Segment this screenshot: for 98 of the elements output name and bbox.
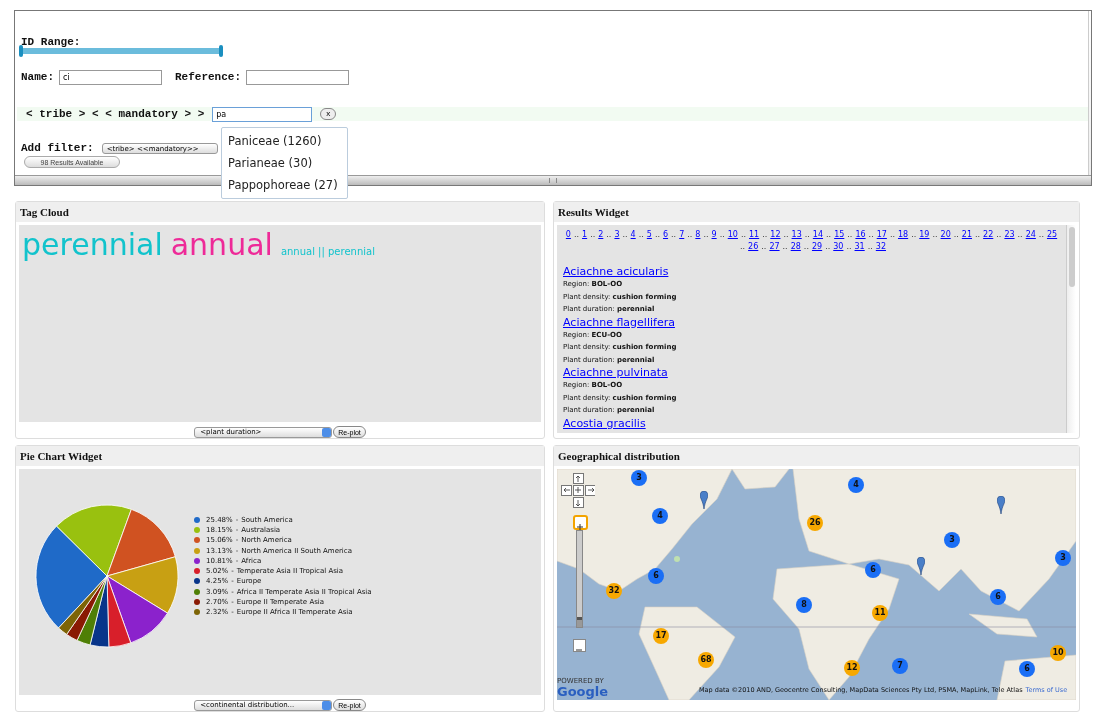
- page-separator: ..: [606, 229, 612, 241]
- page-link[interactable]: 13: [791, 229, 802, 241]
- page-link[interactable]: 5: [646, 229, 652, 241]
- panel-title: Pie Chart Widget: [16, 446, 544, 466]
- page-separator: ..: [846, 241, 852, 253]
- page-link[interactable]: 6: [663, 229, 669, 241]
- page-link[interactable]: 28: [790, 241, 801, 253]
- page-separator: ..: [740, 241, 746, 253]
- page-link[interactable]: 15: [834, 229, 845, 241]
- page-separator: ..: [638, 229, 644, 241]
- page-separator: ..: [868, 229, 874, 241]
- result-link[interactable]: Aciachne acicularis: [563, 265, 1060, 278]
- page-separator: ..: [761, 241, 767, 253]
- page-link[interactable]: 23: [1004, 229, 1015, 241]
- page-separator: ..: [719, 229, 725, 241]
- page-link[interactable]: 19: [919, 229, 930, 241]
- plus-icon: [575, 522, 585, 532]
- page-separator: ..: [573, 229, 580, 241]
- page-link[interactable]: 31: [854, 241, 865, 253]
- page-link[interactable]: 21: [961, 229, 972, 241]
- page-link[interactable]: 16: [855, 229, 866, 241]
- page-link[interactable]: 26: [748, 241, 759, 253]
- vertical-scrollbar[interactable]: [1066, 225, 1076, 433]
- page-link[interactable]: 22: [983, 229, 994, 241]
- page-separator: ..: [782, 241, 788, 253]
- page-separator: ..: [740, 229, 746, 241]
- page-link[interactable]: 1: [582, 229, 588, 241]
- panel-title: Results Widget: [554, 202, 1079, 222]
- map-pin-icon[interactable]: [917, 557, 925, 575]
- page-separator: ..: [1017, 229, 1023, 241]
- slider-thumb[interactable]: [577, 617, 582, 627]
- page-link[interactable]: 9: [711, 229, 717, 241]
- page-separator: ..: [932, 229, 938, 241]
- page-link[interactable]: 30: [833, 241, 844, 253]
- reference-field[interactable]: [246, 69, 350, 85]
- result-link[interactable]: Acostia gracilis: [563, 416, 1060, 430]
- page-link[interactable]: 0: [565, 229, 571, 241]
- page-link[interactable]: 24: [1025, 229, 1036, 241]
- suggestion-item[interactable]: Parianeae (30): [222, 152, 347, 174]
- panel-title: Tag Cloud: [16, 202, 544, 222]
- page-link[interactable]: 14: [812, 229, 824, 241]
- vertical-scrollbar[interactable]: [1088, 11, 1091, 175]
- page-link[interactable]: 4: [630, 229, 636, 241]
- page-separator: ..: [654, 229, 660, 241]
- zoom-in-button[interactable]: [573, 515, 588, 530]
- page-link[interactable]: 27: [769, 241, 780, 253]
- map-pin-icon[interactable]: [700, 491, 708, 509]
- tribe-field[interactable]: pa: [212, 106, 313, 122]
- page-link[interactable]: 17: [876, 229, 887, 241]
- reference-label: Reference:: [175, 71, 242, 83]
- page-separator: ..: [847, 229, 853, 241]
- id-range-label: ID Range:: [21, 36, 81, 48]
- page-separator: ..: [703, 229, 709, 241]
- map-pin-icon[interactable]: [997, 496, 1005, 514]
- tribe-filter-label: < tribe > < < mandatory > >: [26, 108, 205, 120]
- suggestion-item[interactable]: Paniceae (1260): [222, 130, 347, 152]
- page-link[interactable]: 18: [898, 229, 909, 241]
- page-separator: ..: [911, 229, 917, 241]
- page-link[interactable]: 2: [598, 229, 604, 241]
- page-link[interactable]: 20: [940, 229, 951, 241]
- page-link[interactable]: 12: [770, 229, 781, 241]
- map-logo: Google: [557, 685, 609, 698]
- range-slider[interactable]: [21, 48, 221, 54]
- page-separator: ..: [622, 229, 628, 241]
- page-separator: ..: [996, 229, 1002, 241]
- pan-control[interactable]: [561, 473, 595, 511]
- clear-button[interactable]: x: [320, 108, 337, 120]
- name-field[interactable]: ci: [59, 69, 162, 85]
- page-link[interactable]: 7: [679, 229, 685, 241]
- page-separator: ..: [867, 241, 873, 253]
- suggestion-item[interactable]: Pappophoreae (27): [222, 174, 347, 196]
- page-link[interactable]: 29: [811, 241, 823, 253]
- page-separator: ..: [953, 229, 959, 241]
- page-separator: ..: [803, 241, 809, 253]
- page-separator: ..: [590, 229, 596, 241]
- page-separator: ..: [804, 229, 810, 241]
- page-separator: ..: [687, 229, 693, 241]
- page-link[interactable]: 8: [695, 229, 701, 241]
- page-link[interactable]: 32: [875, 241, 886, 253]
- page-separator: ..: [889, 229, 895, 241]
- page-separator: ..: [1038, 229, 1044, 241]
- add-filter-label: Add filter:: [21, 142, 94, 154]
- page-separator: ..: [783, 229, 789, 241]
- page-link[interactable]: 25: [1046, 229, 1058, 241]
- zoom-out-button[interactable]: [573, 639, 586, 652]
- name-label: Name:: [21, 71, 54, 83]
- panel-title: Geographical distribution: [554, 446, 1079, 466]
- page-link[interactable]: 10: [727, 229, 738, 241]
- page-separator: ..: [975, 229, 981, 241]
- result-link[interactable]: Aciachne pulvinata: [563, 366, 1060, 379]
- page-separator: ..: [825, 241, 831, 253]
- zoom-slider[interactable]: [576, 530, 583, 628]
- page-link[interactable]: 11: [749, 229, 760, 241]
- page-link[interactable]: 3: [614, 229, 620, 241]
- result-link[interactable]: Aciachne flagellifera: [563, 315, 1060, 329]
- page-separator: ..: [671, 229, 677, 241]
- page-separator: ..: [826, 229, 832, 241]
- page-separator: ..: [762, 229, 768, 241]
